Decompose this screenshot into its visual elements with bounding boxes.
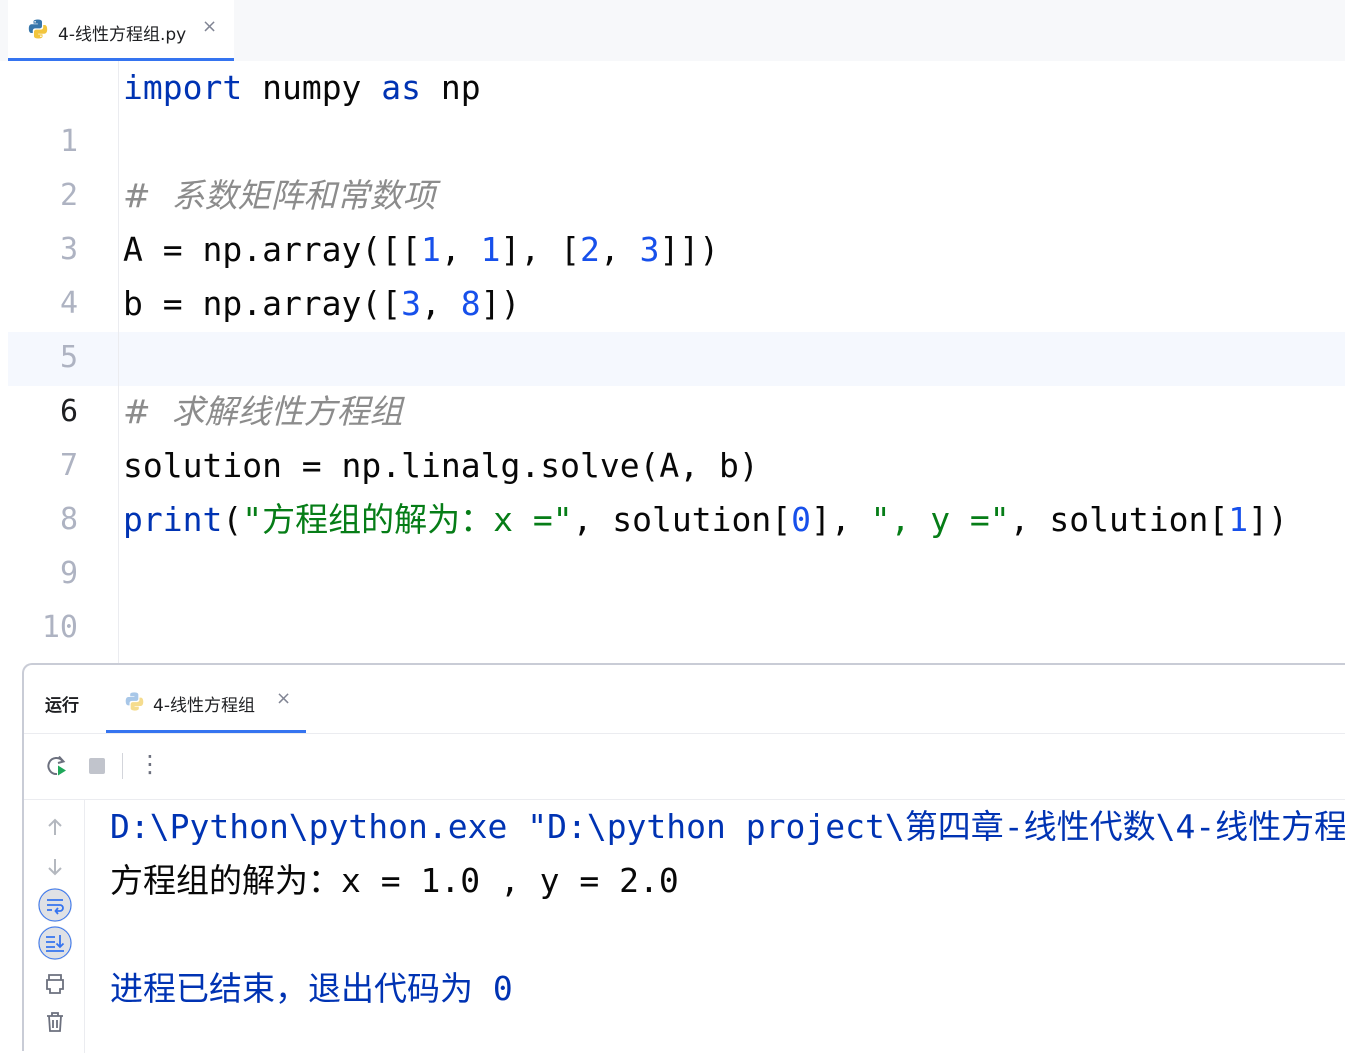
code-line[interactable]: 8 solution = np.linalg.solve(A, b) [8,439,1345,537]
code-line[interactable]: 9 print("方程组的解为：x =", solution[0], ", y … [8,493,1345,591]
toolbar-separator [122,753,123,779]
close-icon[interactable]: × [276,688,291,709]
code-text: A = np.array([[1, 1], [2, 3]]) [123,230,720,269]
code-editor[interactable]: 1 import numpy as np 2 3 # 系数矩阵和常数项 4 A … [8,61,1345,665]
code-text: import numpy as np [123,68,481,107]
code-line[interactable]: 2 [8,115,1345,213]
console-exit-message: 进程已结束，退出代码为 0 [110,969,513,1008]
trash-icon[interactable] [38,1005,72,1039]
run-toolbar: ⋮ [24,733,1345,800]
run-tool-window: 运行 4-线性方程组 × ⋮ D:\Python\python.exe "D:\… [22,663,1345,1053]
code-line[interactable]: 7 # 求解线性方程组 [8,385,1345,483]
code-line[interactable]: 4 A = np.array([[1, 1], [2, 3]]) [8,223,1345,321]
console-side-toolbar [24,800,85,1053]
code-line[interactable]: 1 import numpy as np [8,61,1345,159]
soft-wrap-icon[interactable] [38,888,72,922]
code-line[interactable]: 6 [8,331,1345,429]
scroll-up-icon[interactable] [38,810,72,844]
python-file-icon [28,19,48,39]
code-comment: # 系数矩阵和常数项 [123,176,436,215]
code-line[interactable]: 3 # 系数矩阵和常数项 [8,169,1345,267]
run-header: 运行 4-线性方程组 × [24,665,1345,734]
run-config-tab[interactable]: 4-线性方程组 × [106,665,306,733]
editor-tab-bar: 4-线性方程组.py × [0,0,1345,61]
line-number: 10 [41,610,78,645]
editor-tab-file[interactable]: 4-线性方程组.py × [8,0,234,61]
run-tab-label: 4-线性方程组 [153,696,255,716]
scroll-down-icon[interactable] [38,850,72,884]
code-comment: # 求解线性方程组 [123,392,403,431]
code-text: solution = np.linalg.solve(A, b) [123,446,759,485]
console-output-line: 方程组的解为：x = 1.0 , y = 2.0 [110,861,679,900]
run-title: 运行 [45,696,79,716]
stop-icon[interactable] [83,752,111,780]
print-icon[interactable] [38,967,72,1001]
code-line[interactable]: 10 [8,547,1345,645]
close-icon[interactable]: × [202,16,217,37]
console-command-line: D:\Python\python.exe "D:\python project\… [110,807,1345,846]
console-output[interactable]: D:\Python\python.exe "D:\python project\… [110,800,1345,1051]
scroll-to-end-icon[interactable] [38,926,72,960]
python-file-icon [125,692,144,711]
code-text: b = np.array([3, 8]) [123,284,521,323]
rerun-icon[interactable] [43,752,71,780]
more-vertical-icon[interactable]: ⋮ [136,750,164,778]
code-line[interactable]: 5 b = np.array([3, 8]) [8,277,1345,375]
code-text: print("方程组的解为：x =", solution[0], ", y ="… [123,500,1288,539]
editor-tab-label: 4-线性方程组.py [58,25,187,45]
